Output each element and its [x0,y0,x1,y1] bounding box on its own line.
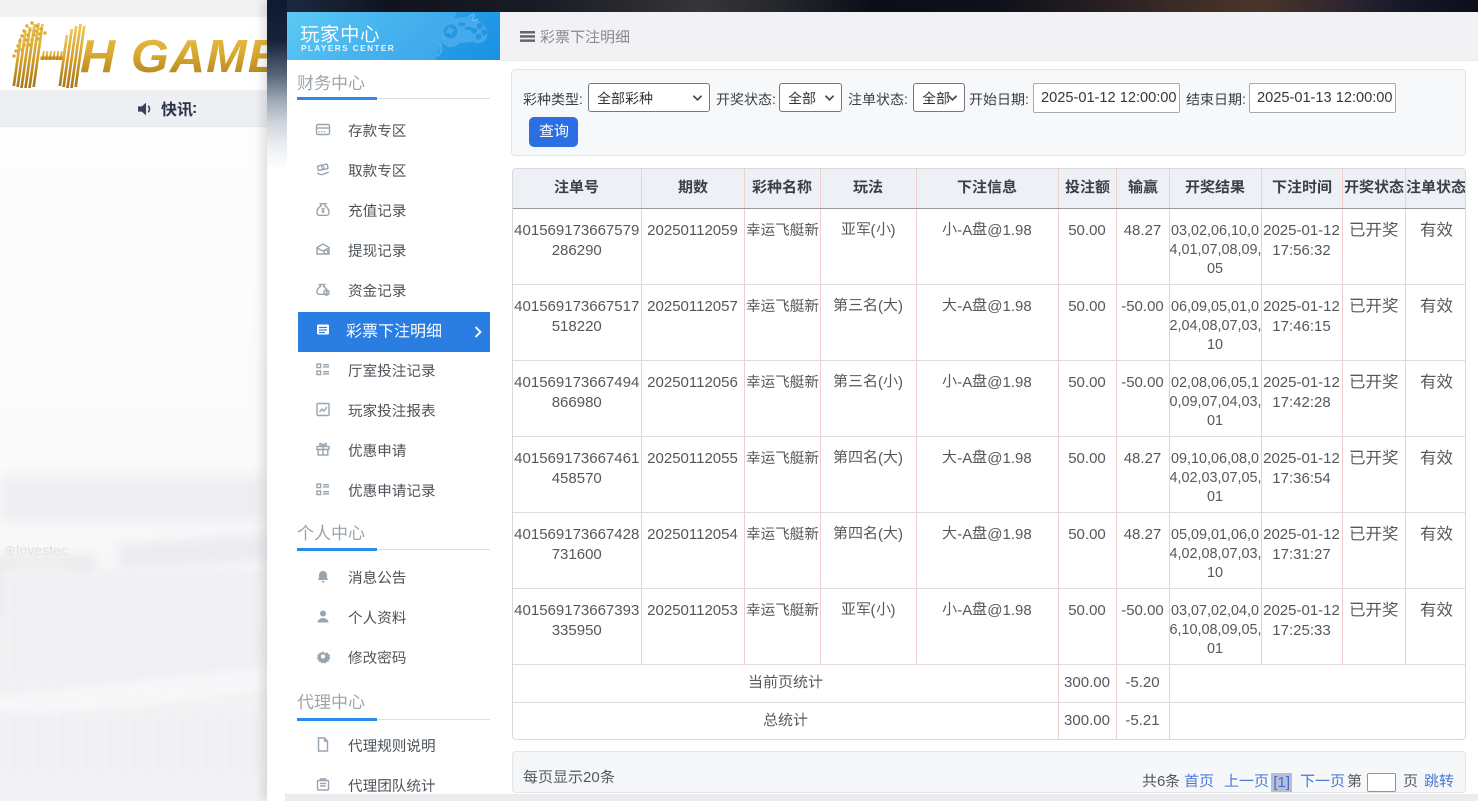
svg-text:H GAME: H GAME [80,31,267,82]
svg-text:$: $ [325,291,328,297]
